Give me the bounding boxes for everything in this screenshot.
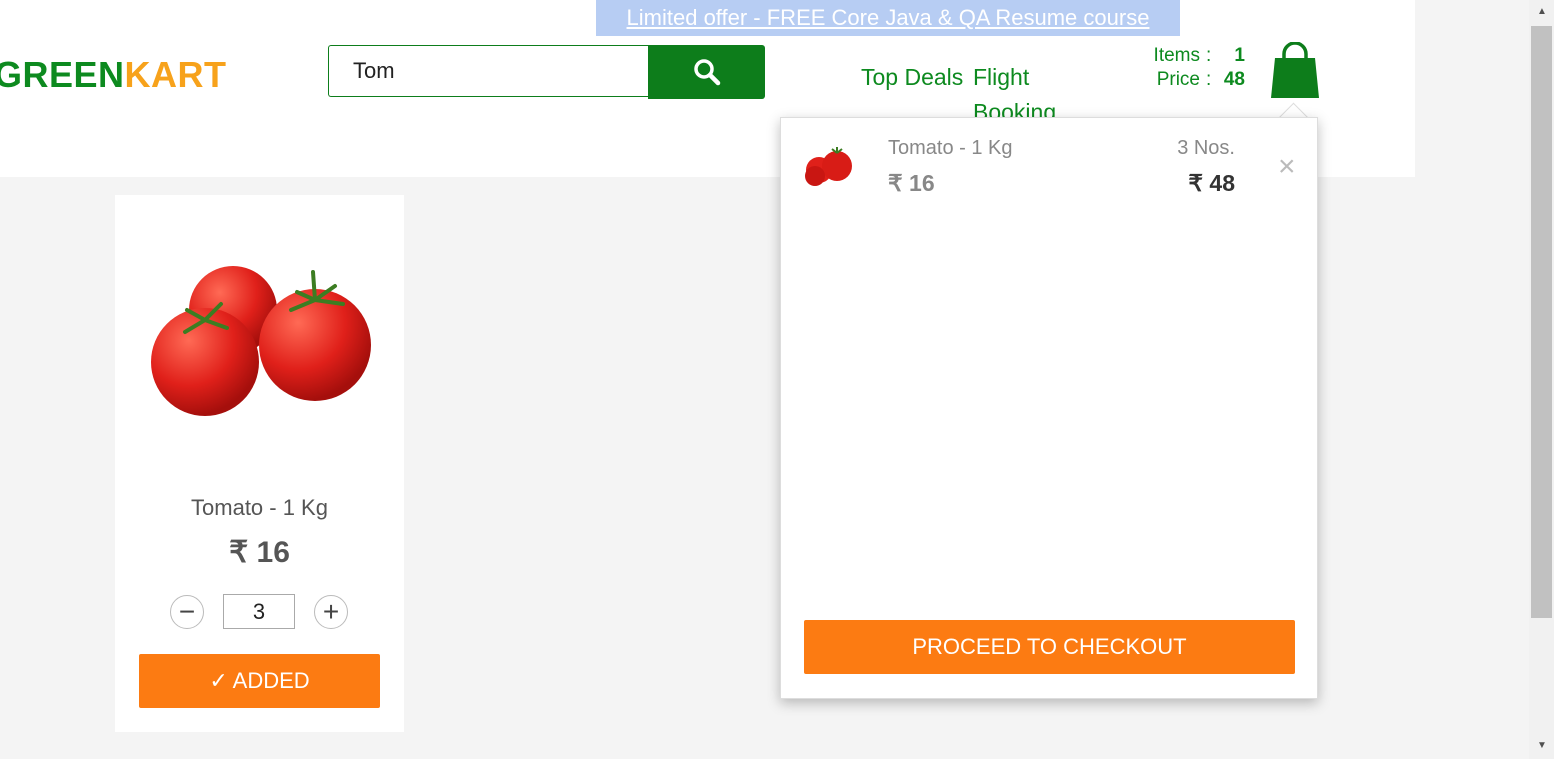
scrollbar[interactable]: ▲ ▼: [1529, 0, 1554, 759]
cart-summary: Items : 1 Price : 48: [1120, 44, 1245, 92]
search-button[interactable]: [648, 45, 765, 99]
logo-green: GREEN: [0, 54, 125, 95]
cart-preview: Tomato - 1 Kg ₹ 16 3 Nos. ₹ 48 × PROCEED…: [780, 117, 1318, 699]
product-name: Tomato - 1 Kg: [191, 495, 328, 520]
cart-item-price: ₹ 16: [888, 170, 935, 196]
cart-item-amount: ₹ 48: [1188, 170, 1235, 196]
cart-item-quantity: 3 Nos.: [1177, 137, 1235, 159]
price-label: Price: [1156, 69, 1200, 90]
logo-kart: KART: [124, 54, 227, 95]
search-icon: [693, 59, 720, 86]
promo-link[interactable]: Limited offer - FREE Core Java & QA Resu…: [596, 0, 1180, 36]
cart-button[interactable]: [1268, 41, 1322, 100]
cart-icon: [1271, 41, 1319, 98]
cart-item-name: Tomato - 1 Kg: [888, 137, 1013, 159]
search-input[interactable]: [328, 45, 648, 97]
added-button[interactable]: ✓ ADDED: [139, 654, 380, 708]
scroll-thumb[interactable]: [1531, 26, 1552, 618]
tomato-image: [151, 266, 371, 416]
product-price: ₹ 16: [229, 536, 290, 569]
items-label: Items: [1153, 45, 1200, 66]
decrement-button[interactable]: −: [170, 595, 204, 629]
price-total: 48: [1223, 69, 1245, 90]
scroll-up-icon[interactable]: ▲: [1537, 6, 1547, 17]
product-card: Tomato - 1 Kg ₹ 16 − + ✓ ADDED: [115, 195, 404, 732]
increment-button[interactable]: +: [314, 595, 348, 629]
nav-top-deals[interactable]: Top Deals: [861, 60, 971, 95]
proceed-to-checkout-button[interactable]: PROCEED TO CHECKOUT: [804, 620, 1295, 674]
scroll-down-icon[interactable]: ▼: [1537, 740, 1547, 751]
quantity-input[interactable]: [223, 594, 295, 629]
items-separator: :: [1206, 45, 1212, 66]
close-icon[interactable]: ×: [1278, 152, 1296, 182]
items-count: 1: [1234, 45, 1245, 66]
cart-item-image: [805, 147, 852, 186]
brand-logo: GREENKART: [0, 54, 227, 96]
price-separator: :: [1206, 69, 1212, 90]
